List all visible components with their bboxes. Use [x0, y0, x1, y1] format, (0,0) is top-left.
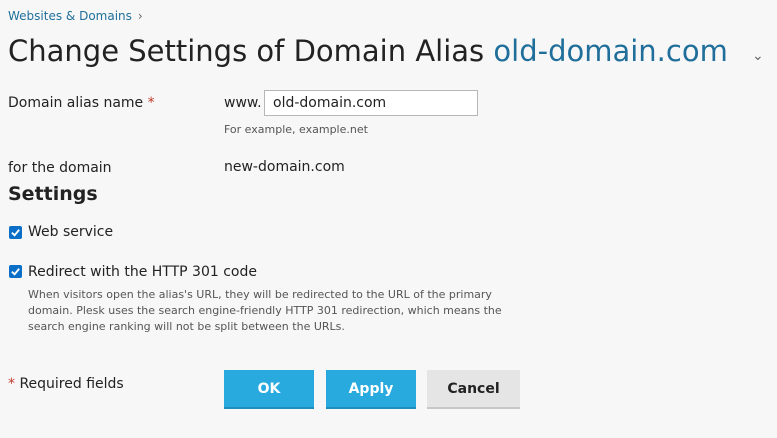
checkmark-icon: [11, 268, 20, 276]
apply-button[interactable]: Apply: [326, 370, 416, 409]
page-title-prefix: Change Settings of Domain Alias: [8, 34, 494, 68]
redirect-301-label[interactable]: Redirect with the HTTP 301 code: [28, 264, 257, 280]
page-title: Change Settings of Domain Alias old-doma…: [8, 34, 728, 68]
www-prefix: www.: [224, 95, 262, 111]
domain-alias-hint: For example, example.net: [224, 123, 368, 136]
web-service-label[interactable]: Web service: [28, 224, 113, 240]
domain-alias-label: Domain alias name *: [8, 95, 155, 111]
page-title-domain[interactable]: old-domain.com: [493, 34, 727, 68]
domain-alias-input[interactable]: [264, 90, 478, 116]
redirect-301-description: When visitors open the alias's URL, they…: [28, 288, 502, 333]
chevron-right-icon: ›: [137, 9, 143, 23]
cancel-button[interactable]: Cancel: [427, 370, 520, 409]
checkmark-icon: [11, 229, 20, 237]
web-service-checkbox[interactable]: [9, 226, 22, 239]
ok-button[interactable]: OK: [224, 370, 314, 409]
settings-title: Settings: [8, 183, 98, 205]
breadcrumb: Websites & Domains ›: [8, 9, 143, 23]
required-fields-note: * Required fields: [8, 376, 124, 392]
required-fields-text: Required fields: [15, 376, 124, 392]
required-mark: *: [8, 376, 15, 392]
for-domain-value: new-domain.com: [224, 159, 345, 175]
for-domain-label: for the domain: [8, 160, 112, 176]
chevron-down-icon[interactable]: ⌄: [752, 48, 764, 64]
breadcrumb-link-websites-domains[interactable]: Websites & Domains: [8, 9, 132, 23]
domain-alias-label-text: Domain alias name: [8, 95, 144, 111]
redirect-301-checkbox[interactable]: [9, 265, 22, 278]
required-mark: *: [147, 95, 155, 111]
